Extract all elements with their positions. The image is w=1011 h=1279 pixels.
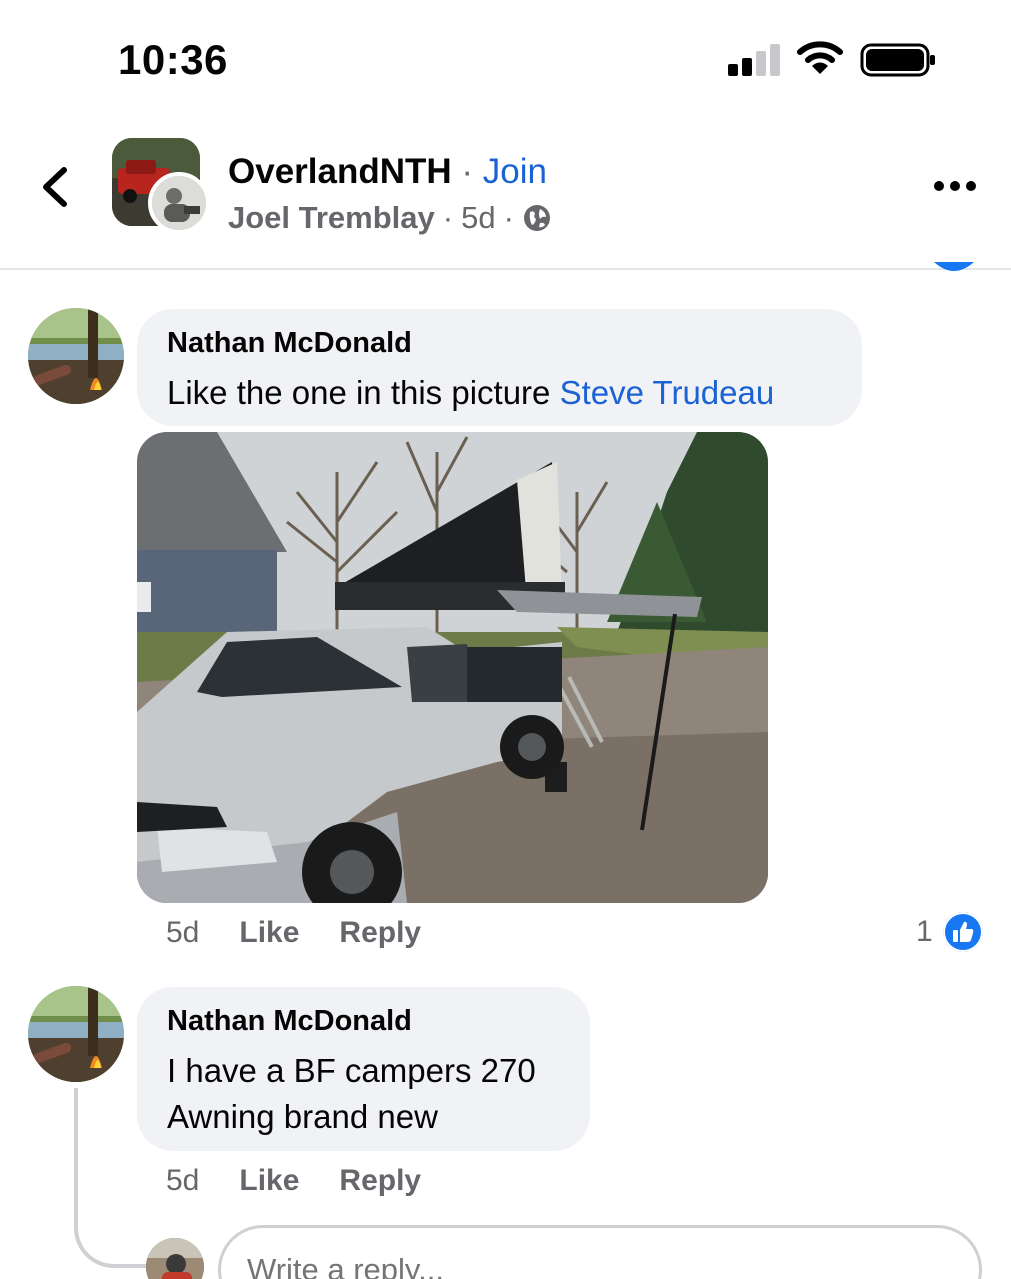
reaction-icon <box>934 262 974 271</box>
comment-actions: 5d Like Reply <box>166 1164 421 1198</box>
post-author[interactable]: Joel Tremblay <box>228 200 435 236</box>
comment-body: Like the one in this picture <box>167 374 560 411</box>
globe-icon <box>523 205 550 231</box>
like-button[interactable]: Like <box>239 1164 299 1198</box>
separator-dot: · <box>442 200 454 235</box>
group-title: OverlandNTH · Join <box>228 152 547 192</box>
separator-dot: · <box>451 152 483 191</box>
reaction-count: 1 <box>916 915 933 948</box>
comment-text: Like the one in this picture Steve Trude… <box>167 370 832 416</box>
comment-bubble: Nathan McDonald Like the one in this pic… <box>137 309 862 426</box>
status-bar: 10:36 <box>0 0 1011 120</box>
reaction-summary[interactable]: 1 <box>916 912 983 952</box>
thumbs-up-icon <box>942 912 983 952</box>
post-header: OverlandNTH · Join Joel Tremblay · 5d · <box>0 120 1011 270</box>
back-chevron-icon[interactable] <box>36 162 76 212</box>
join-button[interactable]: Join <box>483 152 547 191</box>
commenter-avatar[interactable] <box>28 986 124 1082</box>
mention-link[interactable]: Steve Trudeau <box>560 374 775 411</box>
more-options-icon[interactable] <box>930 174 980 198</box>
comment-actions: 5d Like Reply <box>166 916 421 950</box>
clock: 10:36 <box>118 36 228 83</box>
reply-button[interactable]: Reply <box>339 916 421 950</box>
battery-icon <box>860 43 935 77</box>
separator-dot: · <box>503 200 514 235</box>
reply-thread-line <box>74 1088 154 1268</box>
comment-author[interactable]: Nathan McDonald <box>167 327 832 360</box>
comment-text-line: Awning brand new <box>167 1098 438 1135</box>
comment-text-line: I have a BF campers 270 <box>167 1052 536 1089</box>
post-age[interactable]: 5d <box>461 200 495 236</box>
wifi-icon <box>797 41 843 74</box>
post-meta: Joel Tremblay · 5d · <box>228 200 552 236</box>
comment-age[interactable]: 5d <box>166 1164 199 1198</box>
comment-author[interactable]: Nathan McDonald <box>167 1005 560 1038</box>
author-avatar[interactable] <box>148 172 210 234</box>
like-button[interactable]: Like <box>239 916 299 950</box>
commenter-avatar[interactable] <box>28 308 124 404</box>
comment-photo[interactable] <box>137 432 768 903</box>
reply-input[interactable] <box>218 1225 982 1279</box>
comment-bubble: Nathan McDonald I have a BF campers 270 … <box>137 987 590 1151</box>
comment-age[interactable]: 5d <box>166 916 199 950</box>
group-name[interactable]: OverlandNTH <box>228 152 452 191</box>
cellular-signal-icon <box>728 44 780 76</box>
current-user-avatar <box>146 1238 204 1279</box>
reply-button[interactable]: Reply <box>339 1164 421 1198</box>
